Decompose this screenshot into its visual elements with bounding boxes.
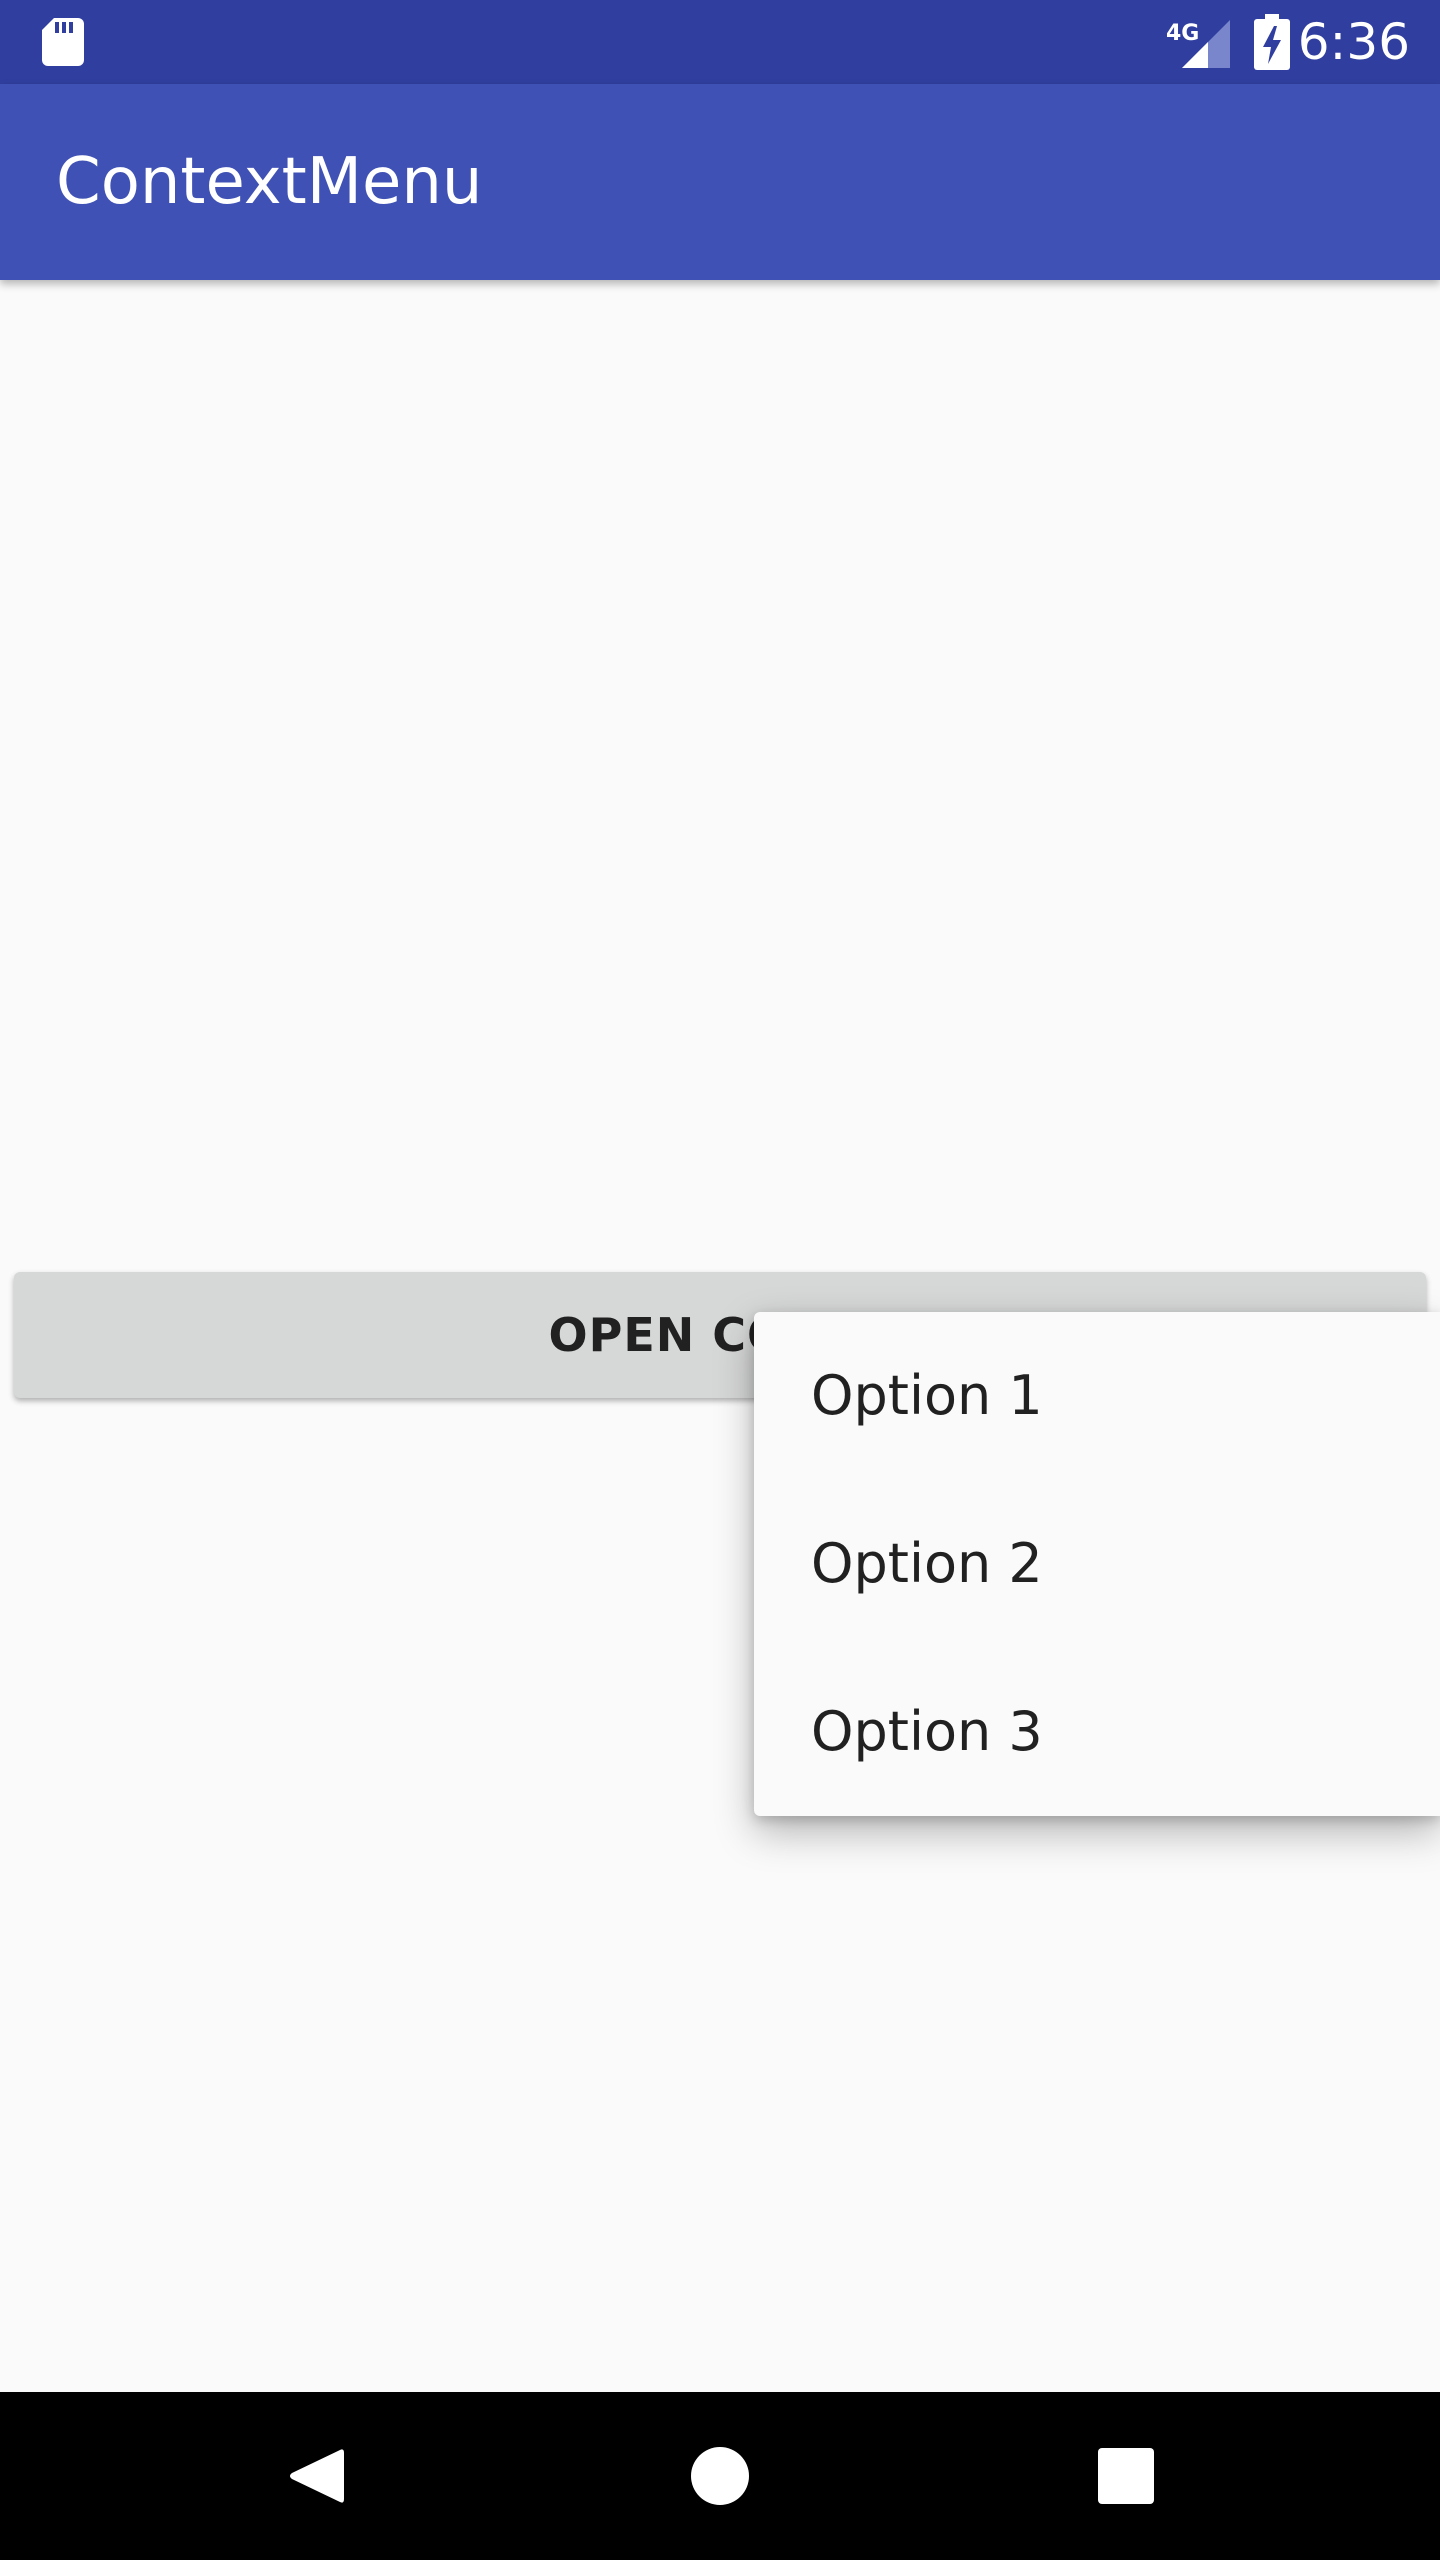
sd-card-icon: [42, 18, 84, 66]
battery-charging-icon: [1254, 14, 1290, 70]
cellular-signal-icon: 4G: [1166, 20, 1230, 68]
app-bar: ContextMenu: [0, 84, 1440, 280]
back-icon[interactable]: [288, 2446, 344, 2506]
menu-item-option-1[interactable]: Option 1: [754, 1312, 1440, 1480]
app-title: ContextMenu: [56, 145, 483, 219]
home-icon[interactable]: [690, 2446, 750, 2506]
menu-item-option-3[interactable]: Option 3: [754, 1648, 1440, 1816]
status-bar: 4G 6:36: [0, 0, 1440, 84]
status-time: 6:36: [1297, 13, 1410, 71]
network-type-label: 4G: [1166, 21, 1199, 46]
menu-item-option-2[interactable]: Option 2: [754, 1480, 1440, 1648]
screen: 4G 6:36 ContextMenu OPEN CONTE Option 1 …: [0, 0, 1440, 2560]
recents-icon[interactable]: [1098, 2448, 1154, 2504]
navigation-bar: [0, 2392, 1440, 2560]
context-menu: Option 1 Option 2 Option 3: [754, 1312, 1440, 1816]
